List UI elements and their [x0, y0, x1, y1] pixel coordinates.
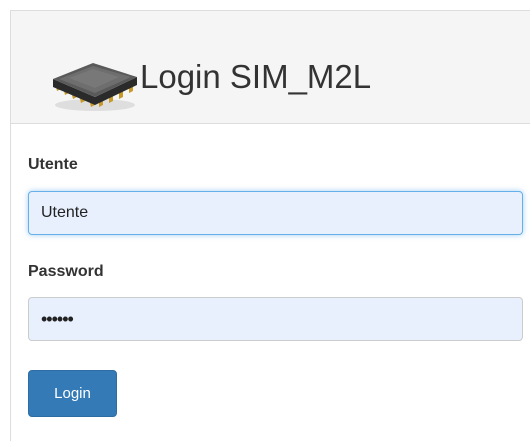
login-panel: Login SIM_M2L Utente Password Login — [10, 10, 530, 441]
panel-heading: Login SIM_M2L — [11, 11, 530, 124]
username-input[interactable] — [28, 191, 523, 235]
password-input[interactable] — [28, 297, 523, 341]
page-title: Login SIM_M2L — [140, 58, 372, 95]
username-label: Utente — [28, 156, 78, 173]
login-button[interactable]: Login — [28, 370, 117, 417]
password-label: Password — [28, 263, 104, 280]
cpu-chip-icon — [53, 63, 137, 111]
